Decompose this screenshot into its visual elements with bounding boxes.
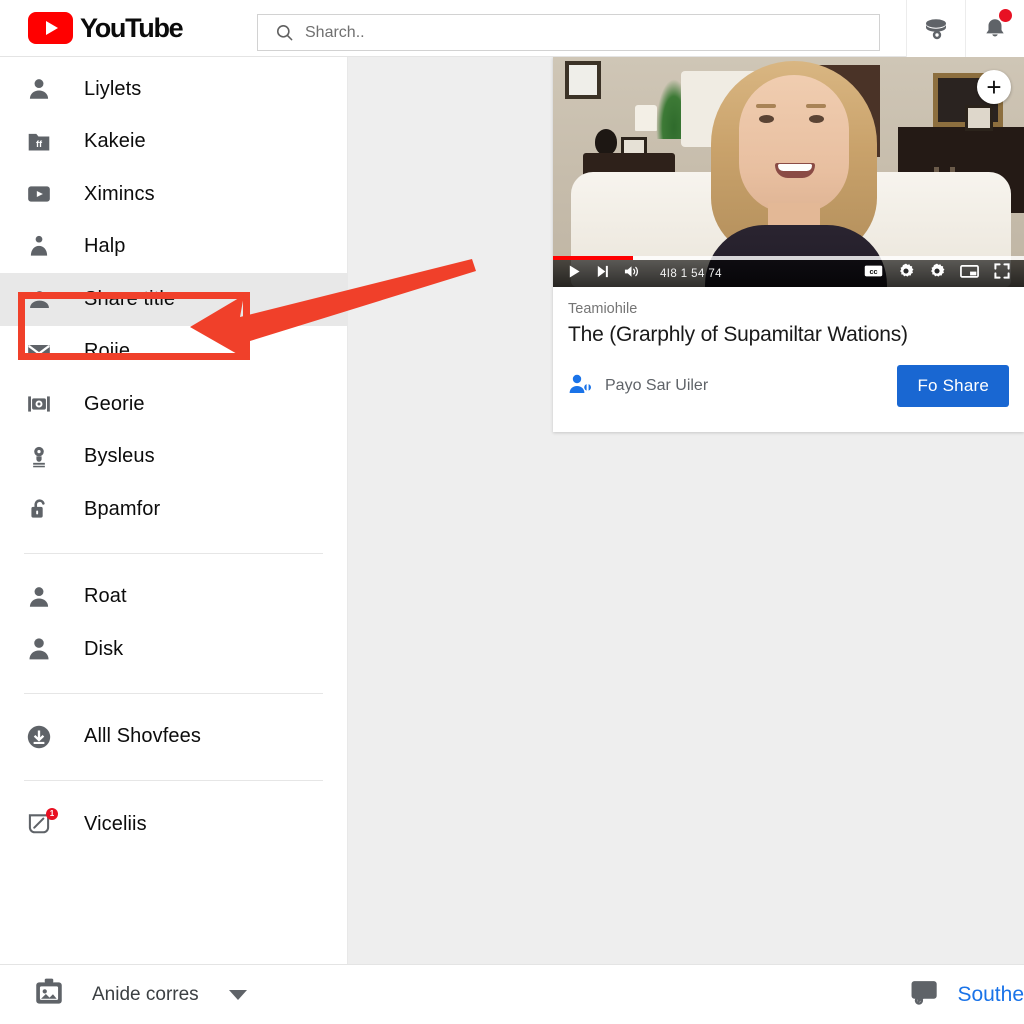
theater-mode-icon[interactable] bbox=[960, 264, 979, 284]
briefcase-image-icon bbox=[32, 975, 66, 1014]
top-header: YouTube Sharch.. bbox=[0, 0, 1024, 57]
sidebar-label: Disk bbox=[84, 637, 124, 660]
sidebar-item-kakeie[interactable]: ff Kakeie bbox=[0, 116, 347, 169]
sidebar-item-roiie[interactable]: Roiie bbox=[0, 326, 347, 379]
sidebar-item-alll-shovfees[interactable]: Alll Shovfees bbox=[0, 711, 347, 764]
video-card: + 4I8 1 54 74 cc Teamiohile The (Grarphl… bbox=[553, 57, 1024, 432]
player-controls-right: cc bbox=[864, 263, 1010, 284]
svg-text:ff: ff bbox=[36, 139, 43, 149]
volume-icon[interactable] bbox=[623, 264, 640, 284]
bottom-bar: Anide corres Southe bbox=[0, 964, 1024, 1024]
video-timestamp: 4I8 1 54 74 bbox=[660, 267, 722, 280]
sidebar-item-share-title[interactable]: Share title bbox=[0, 273, 347, 326]
sidebar-label: Viceliis bbox=[84, 812, 147, 835]
sidebar-item-viceliis[interactable]: 1 Viceliis bbox=[0, 798, 347, 851]
viceliis-badge: 1 bbox=[46, 808, 58, 821]
circle-download-icon bbox=[24, 723, 54, 751]
person-outline-icon bbox=[24, 286, 54, 313]
sidebar-item-roat[interactable]: Roat bbox=[0, 571, 347, 624]
sidebar-label: Halp bbox=[84, 235, 126, 258]
gear-icon[interactable] bbox=[898, 263, 914, 284]
sidebar-label: Ximincs bbox=[84, 182, 155, 205]
sidebar-divider-2 bbox=[24, 692, 323, 694]
sidebar-label: Kakeie bbox=[84, 130, 146, 153]
sidebar-label: Alll Shovfees bbox=[84, 725, 201, 748]
sidebar-item-ximincs[interactable]: Ximincs bbox=[0, 168, 347, 221]
sidebar-divider-1 bbox=[24, 552, 323, 554]
person-add-icon bbox=[568, 373, 594, 400]
owner-name: Payo Sar Uiler bbox=[605, 377, 709, 395]
player-controls: 4I8 1 54 74 cc bbox=[553, 260, 1024, 287]
film-reel-icon bbox=[24, 391, 54, 417]
video-thumbnail bbox=[553, 57, 1024, 287]
sidebar-label: Roat bbox=[84, 585, 127, 608]
person-icon bbox=[24, 76, 54, 102]
sidebar-label: Liylets bbox=[84, 77, 142, 100]
unlock-icon bbox=[24, 496, 54, 522]
video-camera-icon bbox=[926, 18, 946, 39]
add-to-queue-button[interactable]: + bbox=[977, 70, 1011, 104]
svg-text:cc: cc bbox=[869, 267, 877, 276]
sidebar-group-shows: Alll Shovfees bbox=[0, 711, 347, 764]
video-play-icon bbox=[24, 181, 54, 207]
sidebar-item-halp[interactable]: Halp bbox=[0, 221, 347, 274]
video-card-body: Teamiohile The (Grarphly of Supamiltar W… bbox=[553, 287, 1024, 408]
folder-ff-icon: ff bbox=[24, 129, 54, 155]
person-filled-icon bbox=[24, 636, 54, 662]
sidebar-label: Roiie bbox=[84, 340, 131, 363]
sidebar-item-disk[interactable]: Disk bbox=[0, 623, 347, 676]
edit-square-icon: 1 bbox=[24, 808, 58, 837]
sidebar-group-accounts: Roat Disk bbox=[0, 571, 347, 676]
notifications-button[interactable] bbox=[965, 0, 1024, 57]
video-title[interactable]: The (Grarphly of Supamiltar Wations) bbox=[568, 322, 1009, 348]
youtube-logo-text: YouTube bbox=[80, 12, 184, 43]
sidebar-label: Bpamfor bbox=[84, 497, 161, 520]
search-icon bbox=[276, 24, 293, 41]
comment-bubble-icon bbox=[909, 978, 939, 1011]
play-icon[interactable] bbox=[567, 264, 582, 284]
fullscreen-icon[interactable] bbox=[994, 263, 1010, 284]
search-input[interactable]: Sharch.. bbox=[257, 14, 880, 51]
video-owner: Payo Sar Uiler bbox=[568, 373, 708, 400]
video-player[interactable]: + 4I8 1 54 74 cc bbox=[553, 57, 1024, 287]
youtube-page: YouTube Sharch.. Liylets ff Kakeie Ximin… bbox=[0, 0, 1024, 1024]
chevron-down-icon[interactable] bbox=[228, 989, 247, 1000]
envelope-icon bbox=[24, 339, 54, 365]
sidebar-item-georie[interactable]: Georie bbox=[0, 378, 347, 431]
youtube-logo[interactable]: YouTube bbox=[28, 12, 184, 44]
create-video-button[interactable] bbox=[906, 0, 965, 57]
footer-label: Anide corres bbox=[92, 983, 199, 1005]
youtube-play-icon bbox=[28, 12, 73, 44]
sidebar-label: Bysleus bbox=[84, 445, 155, 468]
card-footer: Payo Sar Uiler Fo Share bbox=[568, 365, 1009, 408]
sidebar-label: Georie bbox=[84, 392, 145, 415]
sidebar-item-bpamfor[interactable]: Bpamfor bbox=[0, 483, 347, 536]
footer-link[interactable]: Southe bbox=[957, 983, 1024, 1007]
footer-right[interactable]: Southe bbox=[909, 978, 1024, 1011]
sidebar-group-feedback: 1 Viceliis bbox=[0, 798, 347, 851]
person-icon bbox=[24, 584, 54, 610]
search-placeholder: Sharch.. bbox=[305, 23, 365, 41]
sidebar-item-bysleus[interactable]: Bysleus bbox=[0, 431, 347, 484]
header-actions bbox=[906, 0, 1024, 57]
closed-caption-icon[interactable]: cc bbox=[864, 264, 883, 283]
footer-left[interactable]: Anide corres bbox=[32, 975, 247, 1014]
left-sidebar: Liylets ff Kakeie Ximincs Halp Share tit… bbox=[0, 57, 348, 964]
share-button[interactable]: Fo Share bbox=[897, 365, 1009, 408]
notification-badge bbox=[999, 9, 1012, 22]
player-controls-left: 4I8 1 54 74 bbox=[567, 264, 722, 284]
sidebar-divider-3 bbox=[24, 780, 323, 781]
sidebar-item-liylets[interactable]: Liylets bbox=[0, 63, 347, 116]
person-podium-icon bbox=[24, 234, 54, 260]
channel-name: Teamiohile bbox=[568, 301, 638, 317]
sidebar-label: Share title bbox=[84, 287, 176, 310]
main-content: + 4I8 1 54 74 cc Teamiohile The (Grarphl… bbox=[348, 57, 1024, 964]
next-track-icon[interactable] bbox=[595, 264, 610, 284]
lightbulb-icon bbox=[24, 444, 54, 470]
sidebar-group-primary: Liylets ff Kakeie Ximincs Halp Share tit… bbox=[0, 57, 347, 536]
quality-gear-icon[interactable] bbox=[929, 263, 945, 284]
